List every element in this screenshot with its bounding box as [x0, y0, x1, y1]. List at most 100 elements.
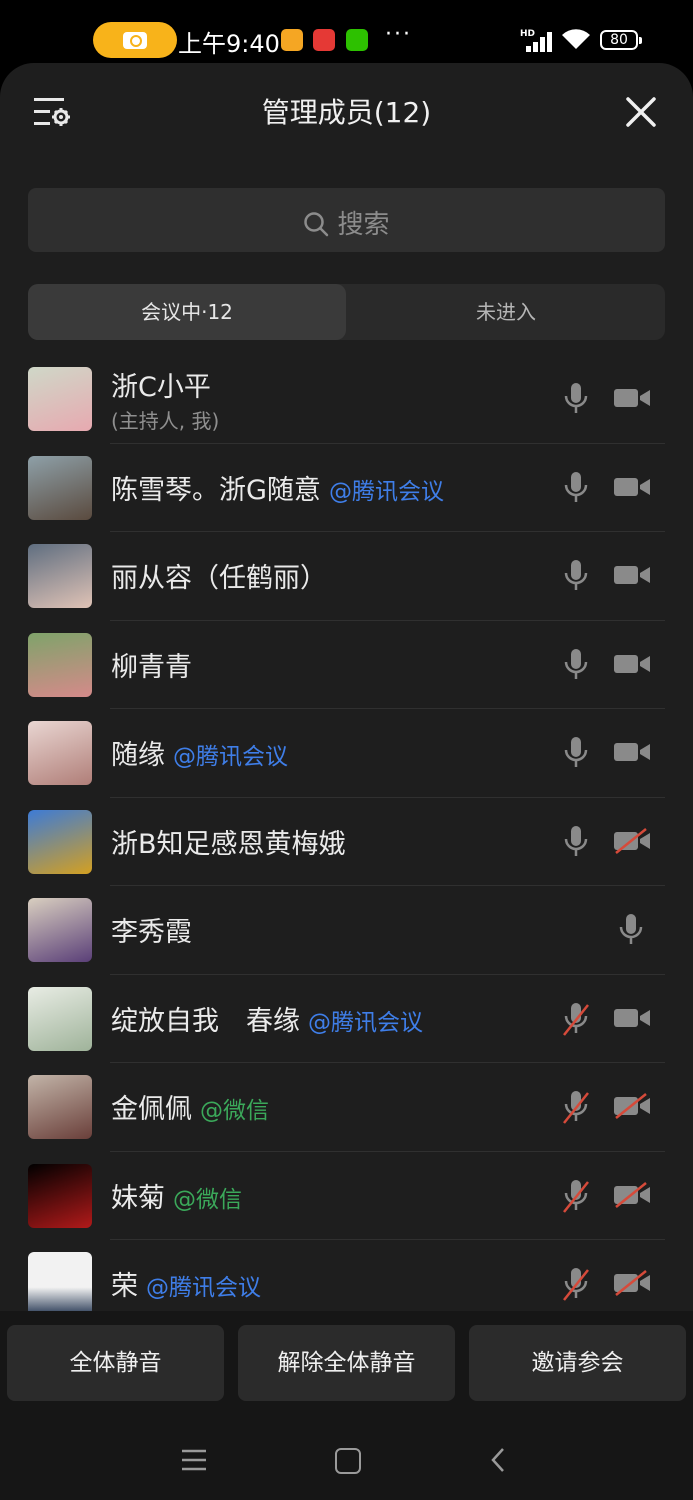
- member-name: 浙C小平: [111, 372, 211, 403]
- page-title: 管理成员(12): [261, 96, 432, 129]
- member-name: 李秀霞: [111, 917, 192, 948]
- home-icon[interactable]: [335, 1448, 361, 1474]
- screen-recording-pill[interactable]: [93, 22, 177, 58]
- unmute-all-button[interactable]: 解除全体静音: [238, 1325, 455, 1401]
- mic-icon[interactable]: [617, 912, 645, 948]
- member-source-tag: @微信: [173, 1186, 242, 1213]
- member-row[interactable]: 随缘 @腾讯会议: [0, 709, 693, 798]
- member-source-tag: @腾讯会议: [328, 478, 444, 505]
- video-off-icon[interactable]: [613, 1093, 651, 1119]
- video-off-icon[interactable]: [613, 1181, 651, 1208]
- avatar: [28, 1163, 92, 1228]
- member-row[interactable]: 柳青青: [0, 621, 693, 709]
- avatar: [28, 898, 92, 962]
- invite-button[interactable]: 邀请参会: [469, 1325, 686, 1401]
- member-name-line: 浙C小平: [111, 365, 211, 404]
- member-name-line: 丽从容（任鹤丽）: [111, 556, 327, 595]
- search-icon: [304, 212, 329, 237]
- search-placeholder: 搜索: [337, 210, 390, 240]
- member-row[interactable]: 丽从容（任鹤丽）: [0, 532, 693, 621]
- member-source-tag: @腾讯会议: [308, 1009, 423, 1036]
- member-name-line: 柳青青: [111, 645, 192, 684]
- video-off-icon[interactable]: [613, 1270, 651, 1296]
- member-row[interactable]: 荣 @腾讯会议: [0, 1240, 693, 1315]
- app-notification-icon: [281, 29, 303, 51]
- member-row[interactable]: 李秀霞: [0, 886, 693, 975]
- news-app-icon: [313, 29, 335, 51]
- member-source-tag: @腾讯会议: [146, 1275, 261, 1301]
- back-icon[interactable]: [490, 1447, 506, 1473]
- member-name-line: 随缘 @腾讯会议: [111, 733, 288, 772]
- wifi-icon: [562, 29, 590, 49]
- member-name: 柳青青: [111, 651, 192, 683]
- avatar: [28, 986, 92, 1051]
- avatar: [28, 1252, 92, 1315]
- member-name: 金佩佩: [111, 1094, 192, 1125]
- member-source-tag: @腾讯会议: [173, 744, 288, 770]
- header: 管理成员(12): [0, 63, 693, 163]
- member-name-line: 荣 @腾讯会议: [111, 1264, 261, 1303]
- member-row[interactable]: 绽放自我 春缘 @腾讯会议: [0, 975, 693, 1063]
- member-name: 荣: [111, 1271, 138, 1302]
- video-icon[interactable]: [613, 1005, 651, 1031]
- avatar: [28, 809, 92, 874]
- hd-label: HD: [520, 29, 536, 39]
- member-tabs: 会议中·12 未进入: [28, 284, 665, 340]
- footer-actions: 全体静音 解除全体静音 邀请参会: [0, 1311, 693, 1500]
- avatar: [28, 1075, 92, 1139]
- close-icon[interactable]: [624, 95, 658, 129]
- member-row[interactable]: 陈雪琴。浙G随意 @腾讯会议: [0, 444, 693, 532]
- member-row[interactable]: 浙B知足感恩黄梅娥: [0, 798, 693, 886]
- recent-apps-icon[interactable]: [182, 1449, 206, 1471]
- mic-muted-icon[interactable]: [562, 1089, 590, 1125]
- mic-muted-icon[interactable]: [562, 1001, 590, 1037]
- mute-all-button[interactable]: 全体静音: [7, 1325, 224, 1401]
- member-name-line: 金佩佩 @微信: [111, 1087, 269, 1126]
- member-row[interactable]: 金佩佩 @微信: [0, 1063, 693, 1152]
- camera-icon: [123, 32, 147, 49]
- member-name: 妹菊: [111, 1182, 165, 1214]
- member-row[interactable]: 浙C小平 (主持人, 我): [0, 355, 693, 444]
- video-icon[interactable]: [613, 651, 651, 677]
- member-name: 随缘: [111, 740, 165, 771]
- mic-muted-icon[interactable]: [562, 1178, 590, 1214]
- avatar: [28, 721, 92, 785]
- mic-icon[interactable]: [562, 381, 590, 417]
- video-off-icon[interactable]: [613, 827, 651, 854]
- member-name: 丽从容（任鹤丽）: [111, 563, 327, 594]
- member-row[interactable]: 妹菊 @微信: [0, 1152, 693, 1240]
- member-list: 浙C小平 (主持人, 我) 陈雪琴。浙G随意 @腾讯会议 丽从容（任鹤丽） 柳青青 随缘 @腾…: [0, 355, 693, 1315]
- mic-icon[interactable]: [562, 470, 590, 506]
- mic-icon[interactable]: [562, 558, 590, 594]
- mic-icon[interactable]: [562, 824, 590, 860]
- member-name: 绽放自我 春缘: [111, 1005, 300, 1037]
- member-name-line: 李秀霞: [111, 910, 192, 949]
- system-nav-bar: [0, 1421, 693, 1500]
- member-name-line: 绽放自我 春缘 @腾讯会议: [111, 999, 423, 1038]
- video-icon[interactable]: [613, 385, 651, 411]
- video-icon[interactable]: [613, 739, 651, 765]
- manage-members-panel: 管理成员(12) 搜索 会议中·12 未进入 浙C小平 (主持人, 我) 陈雪琴。浙…: [0, 63, 693, 1500]
- status-time: 上午9:40: [178, 30, 280, 58]
- more-notifications-icon: ···: [385, 22, 412, 47]
- mic-muted-icon[interactable]: [562, 1266, 590, 1302]
- avatar: [28, 367, 92, 431]
- mic-icon[interactable]: [562, 735, 590, 771]
- member-role: (主持人, 我): [111, 409, 220, 433]
- tab-not-joined[interactable]: 未进入: [347, 284, 665, 340]
- tab-in-meeting[interactable]: 会议中·12: [28, 284, 346, 340]
- member-name-line: 妹菊 @微信: [111, 1176, 242, 1215]
- member-name: 陈雪琴。浙G随意: [111, 474, 321, 506]
- search-input[interactable]: 搜索: [28, 188, 665, 252]
- member-name-line: 陈雪琴。浙G随意 @腾讯会议: [111, 468, 444, 507]
- member-name: 浙B知足感恩黄梅娥: [111, 828, 346, 860]
- video-icon[interactable]: [613, 562, 651, 588]
- mic-icon[interactable]: [562, 647, 590, 683]
- avatar: [28, 455, 92, 520]
- avatar: [28, 632, 92, 697]
- video-icon[interactable]: [613, 474, 651, 500]
- battery-icon: 80: [600, 30, 642, 50]
- member-source-tag: @微信: [200, 1098, 269, 1124]
- member-name-line: 浙B知足感恩黄梅娥: [111, 822, 346, 861]
- avatar: [28, 544, 92, 608]
